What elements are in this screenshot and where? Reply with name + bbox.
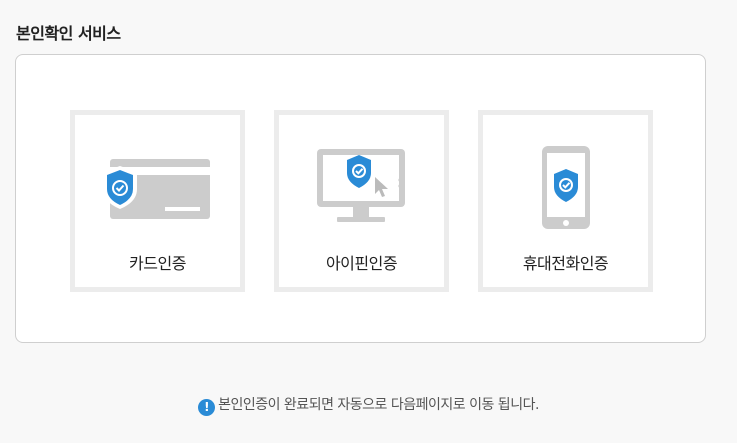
ipin-auth-label: 아이핀인증 (325, 254, 398, 273)
exclamation-circle-icon: ! (198, 399, 216, 416)
mobile-phone-shield-icon (542, 146, 590, 229)
mobile-auth-label: 휴대전화인증 (522, 254, 609, 273)
mobile-auth-option[interactable]: 휴대전화인증 (478, 110, 653, 292)
auth-options-panel: 카드인증 아이핀인증 휴대전화인증 (15, 54, 706, 343)
page-title: 본인확인 서비스 (16, 24, 121, 43)
credit-card-shield-icon (103, 159, 210, 219)
card-auth-label: 카드인증 (129, 254, 186, 273)
card-auth-option[interactable]: 카드인증 (70, 110, 245, 292)
notice-text: 본인인증이 완료되면 자동으로 다음페이지로 이동 됩니다. (218, 397, 539, 413)
notice-message: ! 본인인증이 완료되면 자동으로 다음페이지로 이동 됩니다. (0, 394, 737, 416)
monitor-shield-cursor-icon (317, 149, 405, 222)
ipin-auth-option[interactable]: 아이핀인증 (274, 110, 449, 292)
